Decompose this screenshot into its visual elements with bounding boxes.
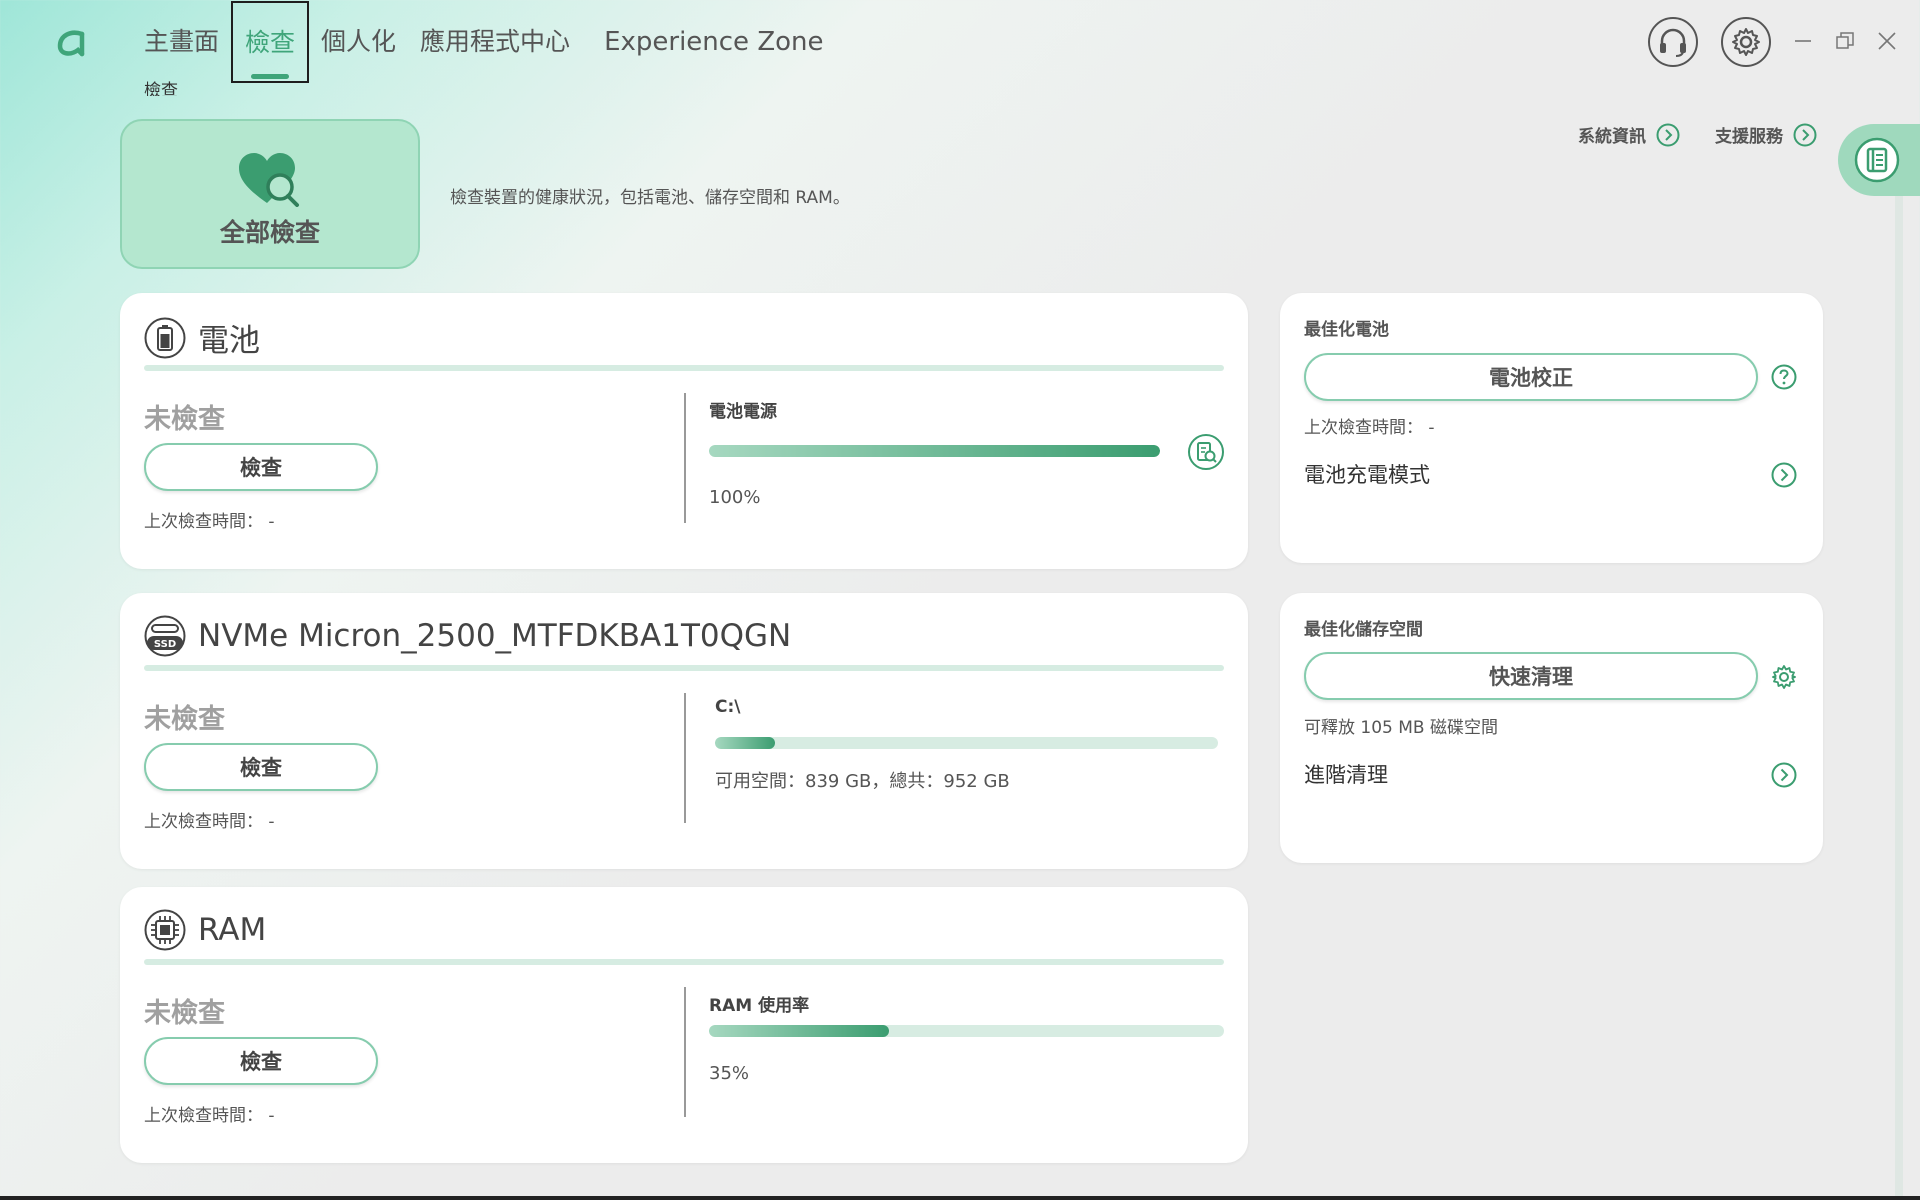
battery-calibration-button[interactable]: 電池校正 [1304,353,1758,401]
tab-experience-zone[interactable]: Experience Zone [592,0,835,84]
battery-charge-mode-link[interactable]: 電池充電模式 [1304,459,1430,489]
heart-search-icon [239,153,299,207]
battery-icon [144,317,186,358]
system-info-label: 系統資訊 [1578,127,1646,147]
advanced-clean-link[interactable]: 進階清理 [1304,759,1388,789]
tab-check[interactable]: 檢查 [231,1,310,83]
storage-check-button[interactable]: 檢查 [144,743,378,791]
list-panel-icon [1854,137,1900,183]
check-status: 未檢查 [144,404,225,435]
settings-button[interactable] [1721,17,1771,67]
chevron-right-circle-icon[interactable] [1770,461,1798,489]
storage-space-text: 可用空間：839 GB，總共：952 GB [715,771,1010,792]
battery-report-icon[interactable] [1187,433,1225,471]
optimize-storage-card: 最佳化儲存空間 快速清理 可釋放 105 MB 磁碟空間 進階清理 [1280,593,1823,863]
metric-label: RAM 使用率 [709,996,810,1016]
minimize-icon [1795,40,1811,42]
check-status: 未檢查 [144,998,225,1029]
last-check-time: 上次檢查時間： - [144,812,275,832]
last-check-time: 上次檢查時間： - [1304,418,1435,438]
quick-clean-button[interactable]: 快速清理 [1304,652,1758,700]
vertical-divider [684,393,686,523]
side-panel-toggle[interactable] [1838,124,1920,196]
restore-button[interactable] [1830,26,1860,56]
metric-value: 100% [709,487,761,508]
ram-usage-fill [709,1025,890,1037]
check-all-button[interactable]: 全部檢查 [120,119,420,269]
storage-card: SSD NVMe Micron_2500_MTFDKBA1T0QGN 未檢查 檢… [120,593,1248,869]
svg-text:SSD: SSD [154,639,176,650]
divider [144,959,1224,965]
page-title: 檢查 [144,81,178,96]
section-title: 最佳化電池 [1304,320,1389,340]
vertical-divider [684,693,686,823]
chip-icon [144,909,186,951]
reclaimable-space-text: 可釋放 105 MB 磁碟空間 [1304,718,1498,738]
device-title: RAM [198,912,267,948]
system-info-link[interactable]: 系統資訊 [1578,122,1680,147]
minimize-button[interactable] [1788,26,1818,56]
section-title: 最佳化儲存空間 [1304,620,1423,640]
support-headset-button[interactable] [1648,17,1698,67]
headset-icon [1660,28,1686,57]
ram-card: RAM 未檢查 檢查 上次檢查時間： - RAM 使用率 35% [120,887,1248,1163]
support-services-label: 支援服務 [1715,127,1783,147]
page-description: 檢查裝置的健康狀況，包括電池、儲存空間和 RAM。 [450,188,850,208]
device-title: NVMe Micron_2500_MTFDKBA1T0QGN [198,618,792,654]
ram-usage-bar [709,1025,1224,1037]
chevron-right-circle-icon [1793,123,1817,146]
tab-home[interactable]: 主畫面 [132,0,231,84]
storage-usage-fill [715,737,776,749]
battery-level-fill [709,445,1160,457]
divider [144,665,1224,671]
tab-app-center[interactable]: 應用程式中心 [408,0,582,84]
ram-check-button[interactable]: 檢查 [144,1037,378,1085]
close-icon [1878,32,1896,50]
scrollbar-track[interactable] [1895,196,1903,1200]
tab-personalize[interactable]: 個人化 [309,0,408,84]
check-status: 未檢查 [144,704,225,735]
support-services-link[interactable]: 支援服務 [1715,122,1817,147]
device-title: 電池 [198,323,260,359]
close-button[interactable] [1872,26,1902,56]
taskbar-edge [0,1196,1920,1200]
battery-card: 電池 未檢查 檢查 上次檢查時間： - 電池電源 100% [120,293,1248,569]
metric-value: 35% [709,1063,750,1084]
battery-level-bar [709,445,1160,457]
last-check-time: 上次檢查時間： - [144,512,275,532]
chevron-right-circle-icon[interactable] [1770,761,1798,789]
metric-label: 電池電源 [709,402,777,422]
battery-check-button[interactable]: 檢查 [144,443,378,491]
help-icon[interactable] [1770,363,1798,391]
gear-icon[interactable] [1770,663,1798,691]
storage-usage-bar [715,737,1218,749]
check-all-label: 全部檢查 [219,218,320,247]
acer-logo-icon [57,30,85,57]
drive-label: C:\ [715,697,741,717]
main-nav: 主畫面 檢查 個人化 應用程式中心 Experience Zone [132,0,836,84]
gear-icon [1732,28,1760,56]
chevron-right-circle-icon [1656,123,1680,146]
vertical-divider [684,987,686,1117]
ssd-icon: SSD [144,615,186,657]
divider [144,365,1224,371]
restore-icon [1836,32,1854,49]
last-check-time: 上次檢查時間： - [144,1106,275,1126]
optimize-battery-card: 最佳化電池 電池校正 上次檢查時間： - 電池充電模式 [1280,293,1823,563]
